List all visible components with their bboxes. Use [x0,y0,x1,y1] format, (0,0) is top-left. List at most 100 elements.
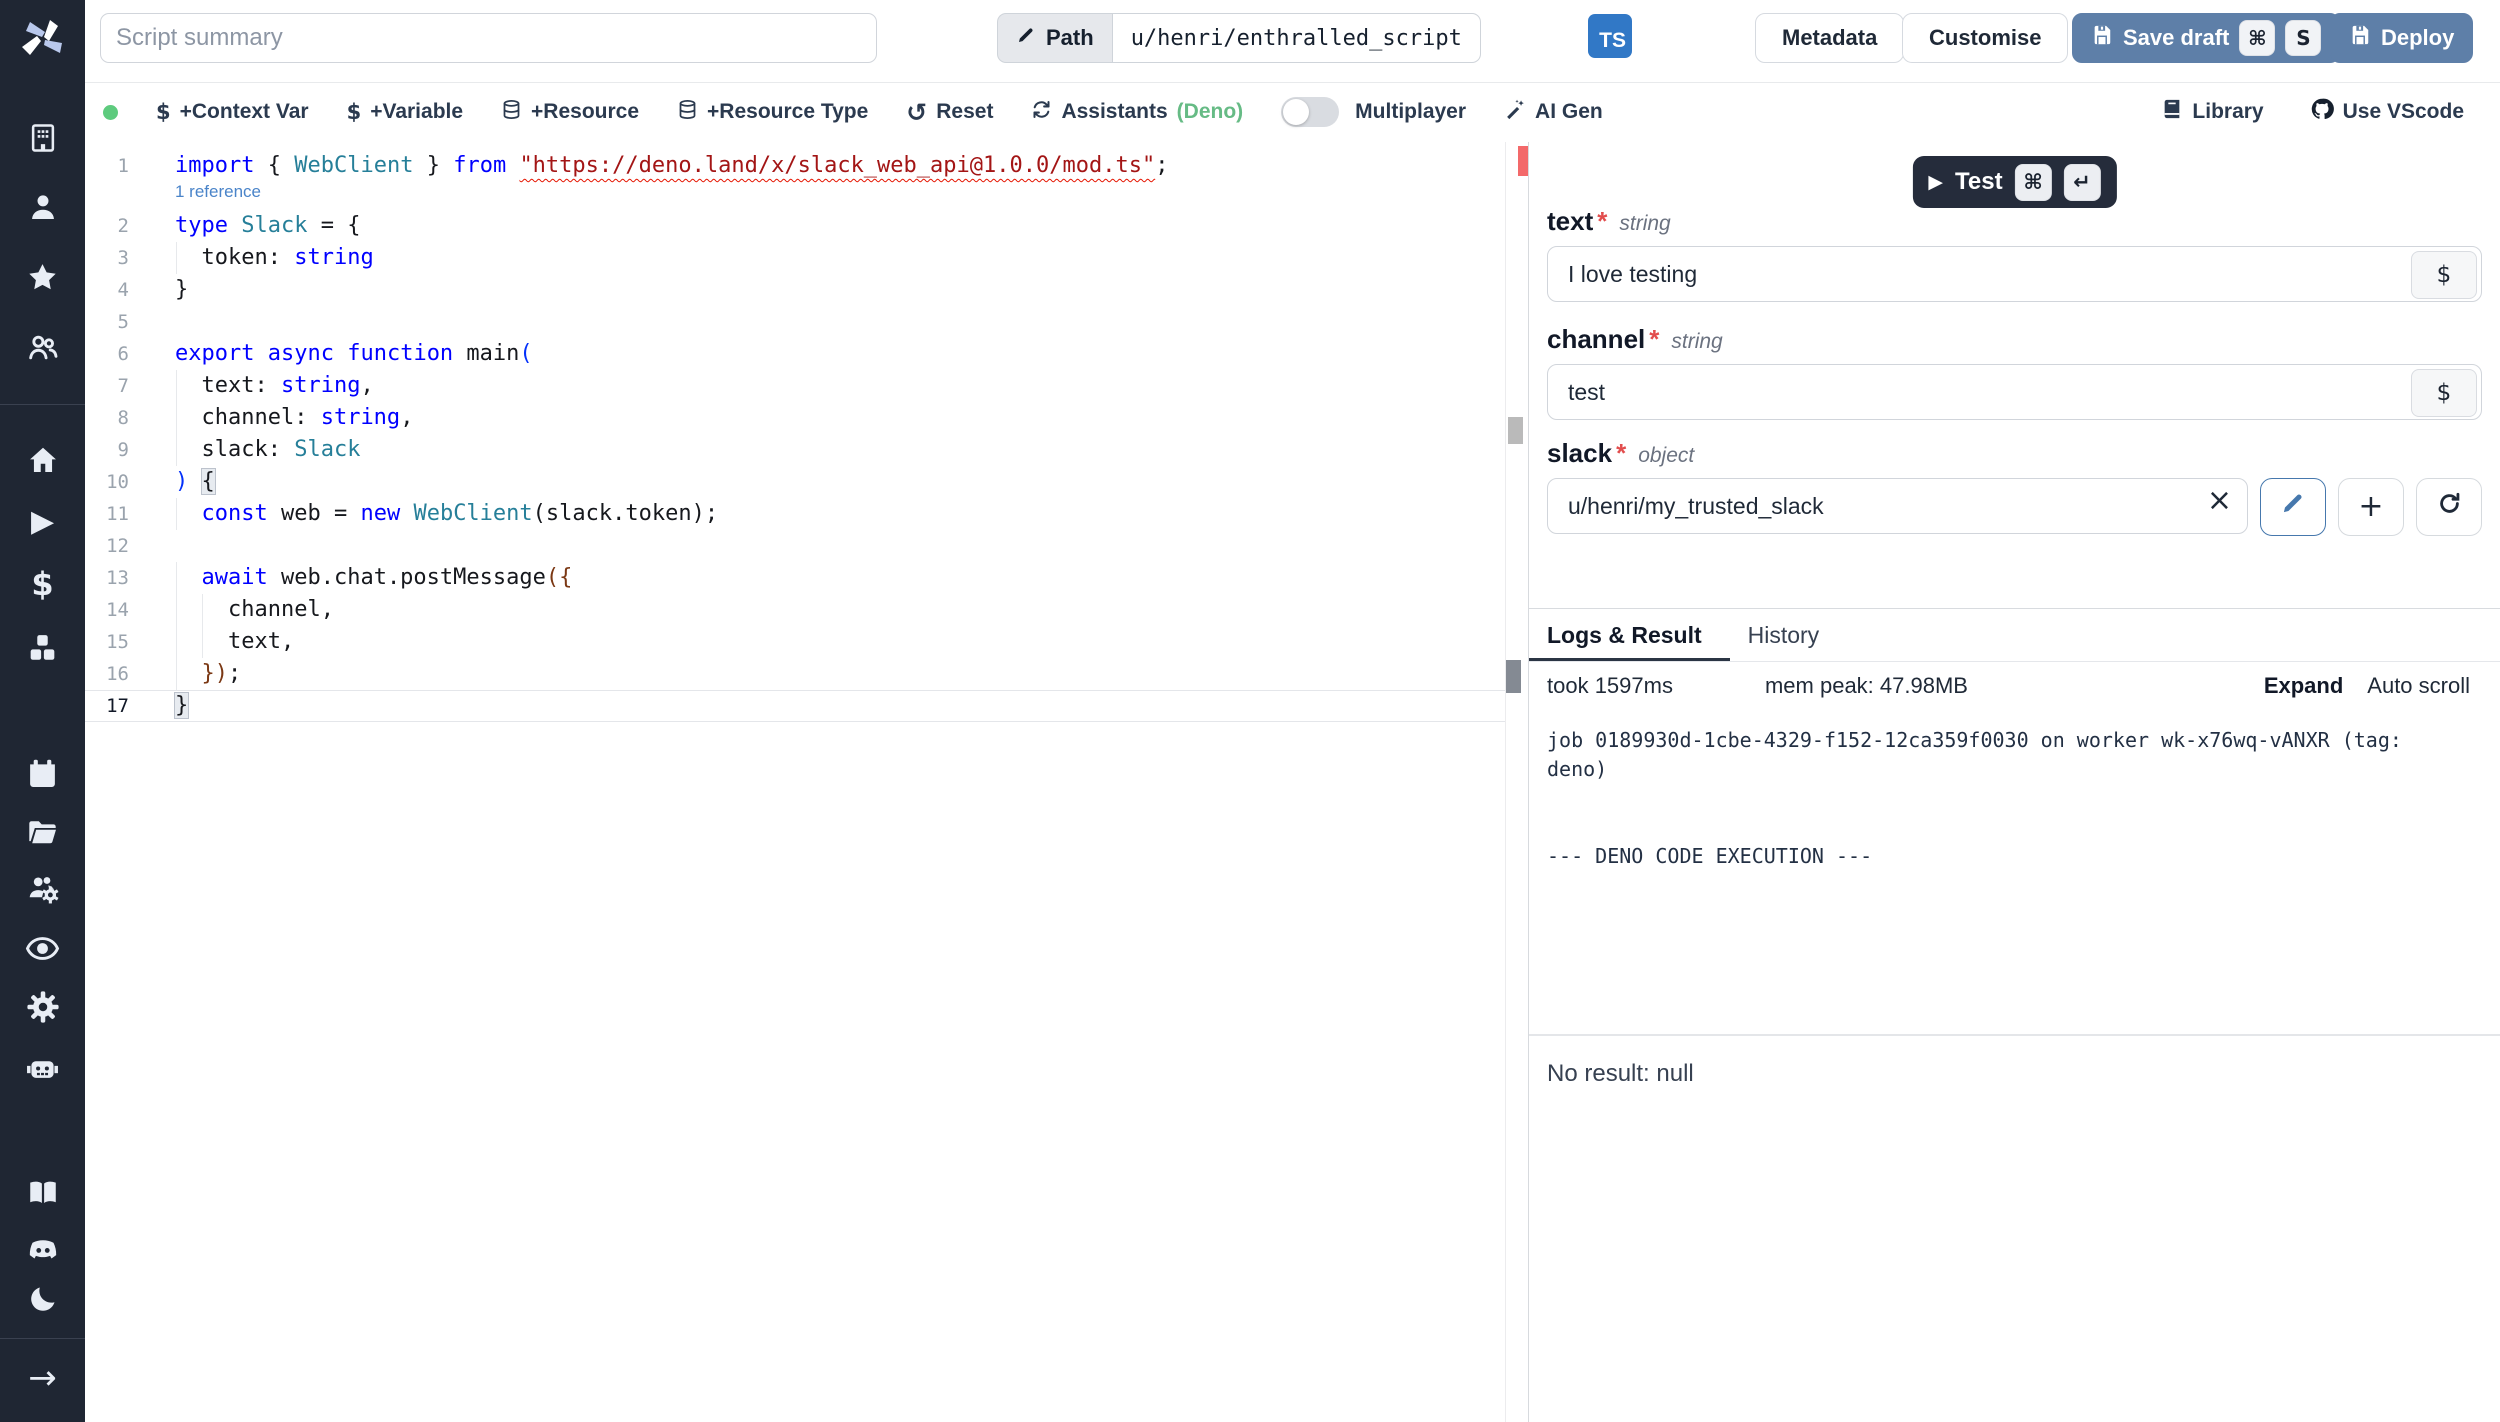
code-line: 17} [85,690,1505,722]
sidebar-item-favorites[interactable] [0,259,85,295]
codelens-reference[interactable]: 1 reference [85,182,1505,210]
add-resource-button[interactable]: + [2338,478,2404,536]
add-resource-button[interactable]: +Resource [501,99,639,126]
logs-section: Logs & Result History took 1597ms mem pe… [1529,608,2500,1422]
s-key-badge: S [2285,20,2321,56]
assistants-button[interactable]: Assistants (Deno) [1031,99,1243,126]
assistants-lang-label: (Deno) [1177,100,1244,124]
add-resource-type-button[interactable]: +Resource Type [677,99,868,126]
sidebar-item-user[interactable] [0,189,85,225]
sidebar-item-docs[interactable] [0,1174,85,1210]
home-icon [27,444,59,476]
sidebar-item-audit-logs[interactable] [0,930,85,966]
dollar-icon: $ [31,568,53,600]
sidebar-item-schedules[interactable] [0,755,85,791]
code-line: 8 channel: string, [85,402,1505,434]
field-slack-label: slack [1547,438,1612,469]
metadata-label: Metadata [1782,25,1877,51]
users-icon [26,331,59,364]
autoscroll-toggle[interactable]: Auto scroll [2367,673,2470,699]
sidebar-item-theme[interactable] [0,1281,85,1317]
book-icon [2161,98,2183,126]
sidebar-item-folders[interactable] [0,814,85,850]
slack-resource-input[interactable] [1547,478,2248,534]
line-number: 16 [85,658,145,690]
moon-icon [27,1283,59,1315]
sidebar-item-home[interactable] [0,442,85,478]
add-resource-type-label: +Resource Type [707,100,868,124]
windmill-logo[interactable] [0,0,85,78]
dollar-icon: $ [156,102,171,123]
script-summary-input[interactable] [100,13,877,63]
editor-toolbar: $ +Context Var $ +Variable +Resource +Re… [85,82,2500,142]
sidebar-divider [0,404,85,405]
indent-guide [176,562,177,690]
customise-label: Customise [1929,25,2041,51]
multiplayer-toggle[interactable] [1281,97,1339,127]
sidebar: ▶ $ [0,0,85,1422]
sidebar-item-users[interactable] [0,329,85,365]
edit-resource-button[interactable] [2260,478,2326,536]
line-number: 7 [85,370,145,402]
sidebar-item-resources[interactable] [0,630,85,666]
sidebar-item-ai[interactable] [0,1050,85,1086]
scrollbar-thumb[interactable] [1508,417,1523,444]
indent-guide [176,498,177,530]
github-icon [2310,97,2334,127]
path-value[interactable]: u/henri/enthralled_script [1112,13,1481,63]
channel-field-input[interactable] [1547,364,2482,420]
deploy-button[interactable]: Deploy [2330,13,2473,63]
code-editor[interactable]: 1import { WebClient } from "https://deno… [85,142,1505,1422]
line-number: 14 [85,594,145,626]
path-edit-segment[interactable]: Path [997,13,1112,63]
insert-variable-button[interactable]: $ [2411,369,2477,417]
add-context-var-button[interactable]: $ +Context Var [156,100,309,124]
line-number: 1 [85,150,145,182]
clear-icon[interactable]: × [2207,486,2232,516]
add-context-var-label: +Context Var [180,100,309,124]
sidebar-item-variables[interactable]: $ [0,566,85,602]
insert-variable-button[interactable]: $ [2411,251,2477,299]
refresh-resource-button[interactable] [2416,478,2482,536]
calendar-icon [26,757,59,790]
reset-button[interactable]: ↺ Reset [906,100,993,125]
sidebar-item-settings[interactable] [0,989,85,1025]
gear-icon [26,990,60,1024]
status-dot [103,105,118,120]
add-variable-button[interactable]: $ +Variable [347,100,463,124]
sidebar-item-runs[interactable]: ▶ [0,504,85,540]
library-button[interactable]: Library [2161,98,2263,126]
play-icon: ▶ [1928,173,1943,192]
discord-icon [26,1234,60,1268]
language-badge: TS [1588,14,1632,58]
plus-icon: + [2358,492,2383,522]
path-control[interactable]: Path u/henri/enthralled_script [997,13,1481,63]
line-number: 5 [85,306,145,338]
save-icon [2091,24,2113,52]
save-draft-button[interactable]: Save draft ⌘ S [2072,13,2340,63]
metadata-button[interactable]: Metadata [1755,13,1904,63]
wand-sparkle-icon [1504,98,1526,126]
enter-key-icon: ↵ [2064,164,2101,201]
test-button[interactable]: ▶ Test ⌘ ↵ [1912,156,2116,208]
user-group-gear-icon [26,872,60,906]
code-line: 6export async function main( [85,338,1505,370]
customise-button[interactable]: Customise [1902,13,2068,63]
code-line: 15 text, [85,626,1505,658]
expand-button[interactable]: Expand [2264,673,2343,699]
cubes-icon [26,632,59,665]
tab-history[interactable]: History [1730,609,1848,661]
sidebar-item-discord[interactable] [0,1233,85,1269]
pencil-icon [2280,490,2306,524]
sidebar-expand-button[interactable]: → [0,1360,85,1396]
ai-gen-button[interactable]: AI Gen [1504,98,1603,126]
use-vscode-button[interactable]: Use VScode [2310,97,2464,127]
text-field-input[interactable] [1547,246,2482,302]
tab-logs-result[interactable]: Logs & Result [1529,609,1730,661]
field-text: text * string $ [1547,206,2482,302]
indent-guide [176,242,177,274]
editor-scrollbar[interactable] [1505,142,1529,1422]
sidebar-item-workers[interactable] [0,871,85,907]
code-line: 1import { WebClient } from "https://deno… [85,150,1505,182]
sidebar-item-workspace[interactable] [0,120,85,156]
